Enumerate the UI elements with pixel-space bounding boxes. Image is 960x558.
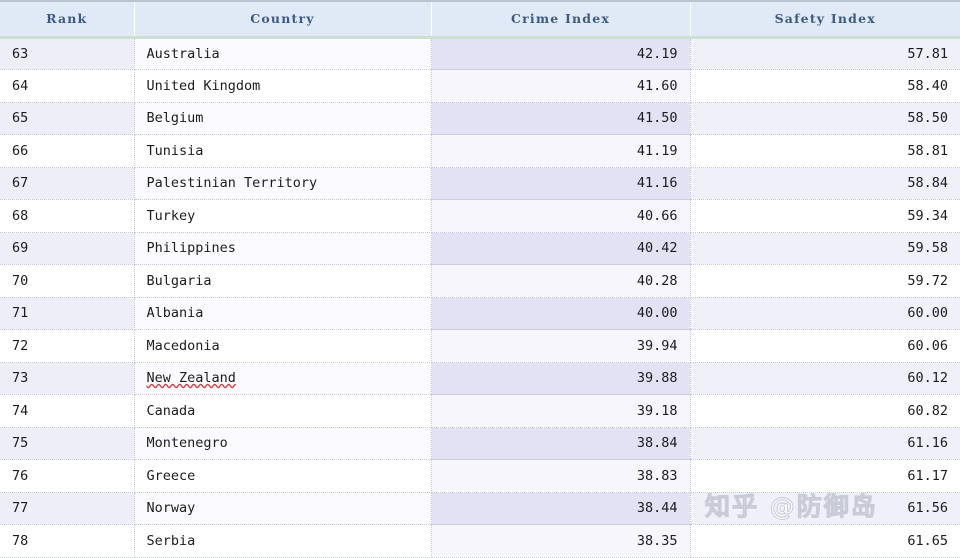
table-row[interactable]: 78 Serbia 38.35 61.65 <box>0 524 960 558</box>
cell-crime-index: 41.16 <box>431 167 691 200</box>
table-header-row: Rank Country Crime Index Safety Index <box>0 0 960 39</box>
cell-crime-index: 40.42 <box>431 232 691 265</box>
crime-index-table: Rank Country Crime Index Safety Index 63… <box>0 0 960 558</box>
cell-crime-index: 41.50 <box>431 102 691 135</box>
cell-rank: 69 <box>0 232 135 265</box>
cell-crime-index: 38.44 <box>431 492 691 525</box>
cell-crime-index: 39.18 <box>431 394 691 428</box>
table-row[interactable]: 77 Norway 38.44 61.56 <box>0 492 960 525</box>
cell-safety-index: 61.17 <box>690 459 960 493</box>
cell-country: Albania <box>134 297 432 330</box>
cell-rank: 63 <box>0 37 135 70</box>
cell-crime-index: 40.00 <box>431 297 691 330</box>
cell-country: Greece <box>134 459 432 493</box>
cell-crime-index: 38.84 <box>431 427 691 460</box>
cell-crime-index: 41.19 <box>431 134 691 168</box>
column-header-safety-index[interactable]: Safety Index <box>690 0 960 39</box>
cell-rank: 71 <box>0 297 135 330</box>
cell-country: Serbia <box>134 524 432 558</box>
table-row[interactable]: 66 Tunisia 41.19 58.81 <box>0 134 960 168</box>
cell-country: Bulgaria <box>134 264 432 298</box>
table-row[interactable]: 65 Belgium 41.50 58.50 <box>0 102 960 135</box>
cell-safety-index: 60.00 <box>690 297 960 330</box>
cell-country: Philippines <box>134 232 432 265</box>
cell-rank: 78 <box>0 524 135 558</box>
cell-safety-index: 57.81 <box>690 37 960 70</box>
cell-crime-index: 39.94 <box>431 329 691 363</box>
cell-safety-index: 58.50 <box>690 102 960 135</box>
cell-safety-index: 59.72 <box>690 264 960 298</box>
cell-safety-index: 58.40 <box>690 69 960 103</box>
cell-rank: 65 <box>0 102 135 135</box>
cell-country: Palestinian Territory <box>134 167 432 200</box>
cell-rank: 64 <box>0 69 135 103</box>
cell-safety-index: 58.84 <box>690 167 960 200</box>
table-row[interactable]: 72 Macedonia 39.94 60.06 <box>0 329 960 363</box>
table-row[interactable]: 70 Bulgaria 40.28 59.72 <box>0 264 960 298</box>
table-row[interactable]: 71 Albania 40.00 60.00 <box>0 297 960 330</box>
cell-safety-index: 60.82 <box>690 394 960 428</box>
cell-rank: 76 <box>0 459 135 493</box>
table-row[interactable]: 75 Montenegro 38.84 61.16 <box>0 427 960 460</box>
cell-safety-index: 60.12 <box>690 362 960 395</box>
cell-rank: 74 <box>0 394 135 428</box>
cell-crime-index: 40.28 <box>431 264 691 298</box>
cell-country: Norway <box>134 492 432 525</box>
table-body: 63 Australia 42.19 57.81 64 United Kingdom 41.… <box>0 37 960 558</box>
cell-country: United Kingdom <box>134 69 432 103</box>
cell-country: Macedonia <box>134 329 432 363</box>
cell-crime-index: 40.66 <box>431 199 691 233</box>
cell-country: Australia <box>134 37 432 70</box>
cell-country: Canada <box>134 394 432 428</box>
table-row[interactable]: 63 Australia 42.19 57.81 <box>0 37 960 70</box>
cell-safety-index: 61.56 <box>690 492 960 525</box>
cell-safety-index: 61.65 <box>690 524 960 558</box>
cell-rank: 70 <box>0 264 135 298</box>
column-header-country[interactable]: Country <box>134 0 432 39</box>
cell-safety-index: 60.06 <box>690 329 960 363</box>
cell-country: Belgium <box>134 102 432 135</box>
cell-crime-index: 41.60 <box>431 69 691 103</box>
cell-safety-index: 59.58 <box>690 232 960 265</box>
column-header-crime-index[interactable]: Crime Index <box>431 0 691 39</box>
cell-rank: 75 <box>0 427 135 460</box>
spellcheck-underlined-text: New Zealand <box>146 370 236 387</box>
cell-rank: 66 <box>0 134 135 168</box>
cell-rank: 77 <box>0 492 135 525</box>
cell-country: Tunisia <box>134 134 432 168</box>
cell-safety-index: 59.34 <box>690 199 960 233</box>
cell-country: Montenegro <box>134 427 432 460</box>
cell-rank: 67 <box>0 167 135 200</box>
table-row[interactable]: 64 United Kingdom 41.60 58.40 <box>0 69 960 103</box>
cell-crime-index: 42.19 <box>431 37 691 70</box>
cell-crime-index: 39.88 <box>431 362 691 395</box>
cell-crime-index: 38.83 <box>431 459 691 493</box>
cell-safety-index: 58.81 <box>690 134 960 168</box>
column-header-rank[interactable]: Rank <box>0 0 135 39</box>
table-row[interactable]: 74 Canada 39.18 60.82 <box>0 394 960 428</box>
cell-crime-index: 38.35 <box>431 524 691 558</box>
table-row[interactable]: 69 Philippines 40.42 59.58 <box>0 232 960 265</box>
table-row[interactable]: 76 Greece 38.83 61.17 <box>0 459 960 493</box>
cell-rank: 72 <box>0 329 135 363</box>
cell-rank: 73 <box>0 362 135 395</box>
table-row[interactable]: 68 Turkey 40.66 59.34 <box>0 199 960 233</box>
table-row[interactable]: 73 New Zealand 39.88 60.12 <box>0 362 960 395</box>
cell-country: Turkey <box>134 199 432 233</box>
cell-rank: 68 <box>0 199 135 233</box>
cell-country: New Zealand <box>134 362 432 395</box>
cell-safety-index: 61.16 <box>690 427 960 460</box>
table-row[interactable]: 67 Palestinian Territory 41.16 58.84 <box>0 167 960 200</box>
table-header: Rank Country Crime Index Safety Index <box>0 0 960 39</box>
